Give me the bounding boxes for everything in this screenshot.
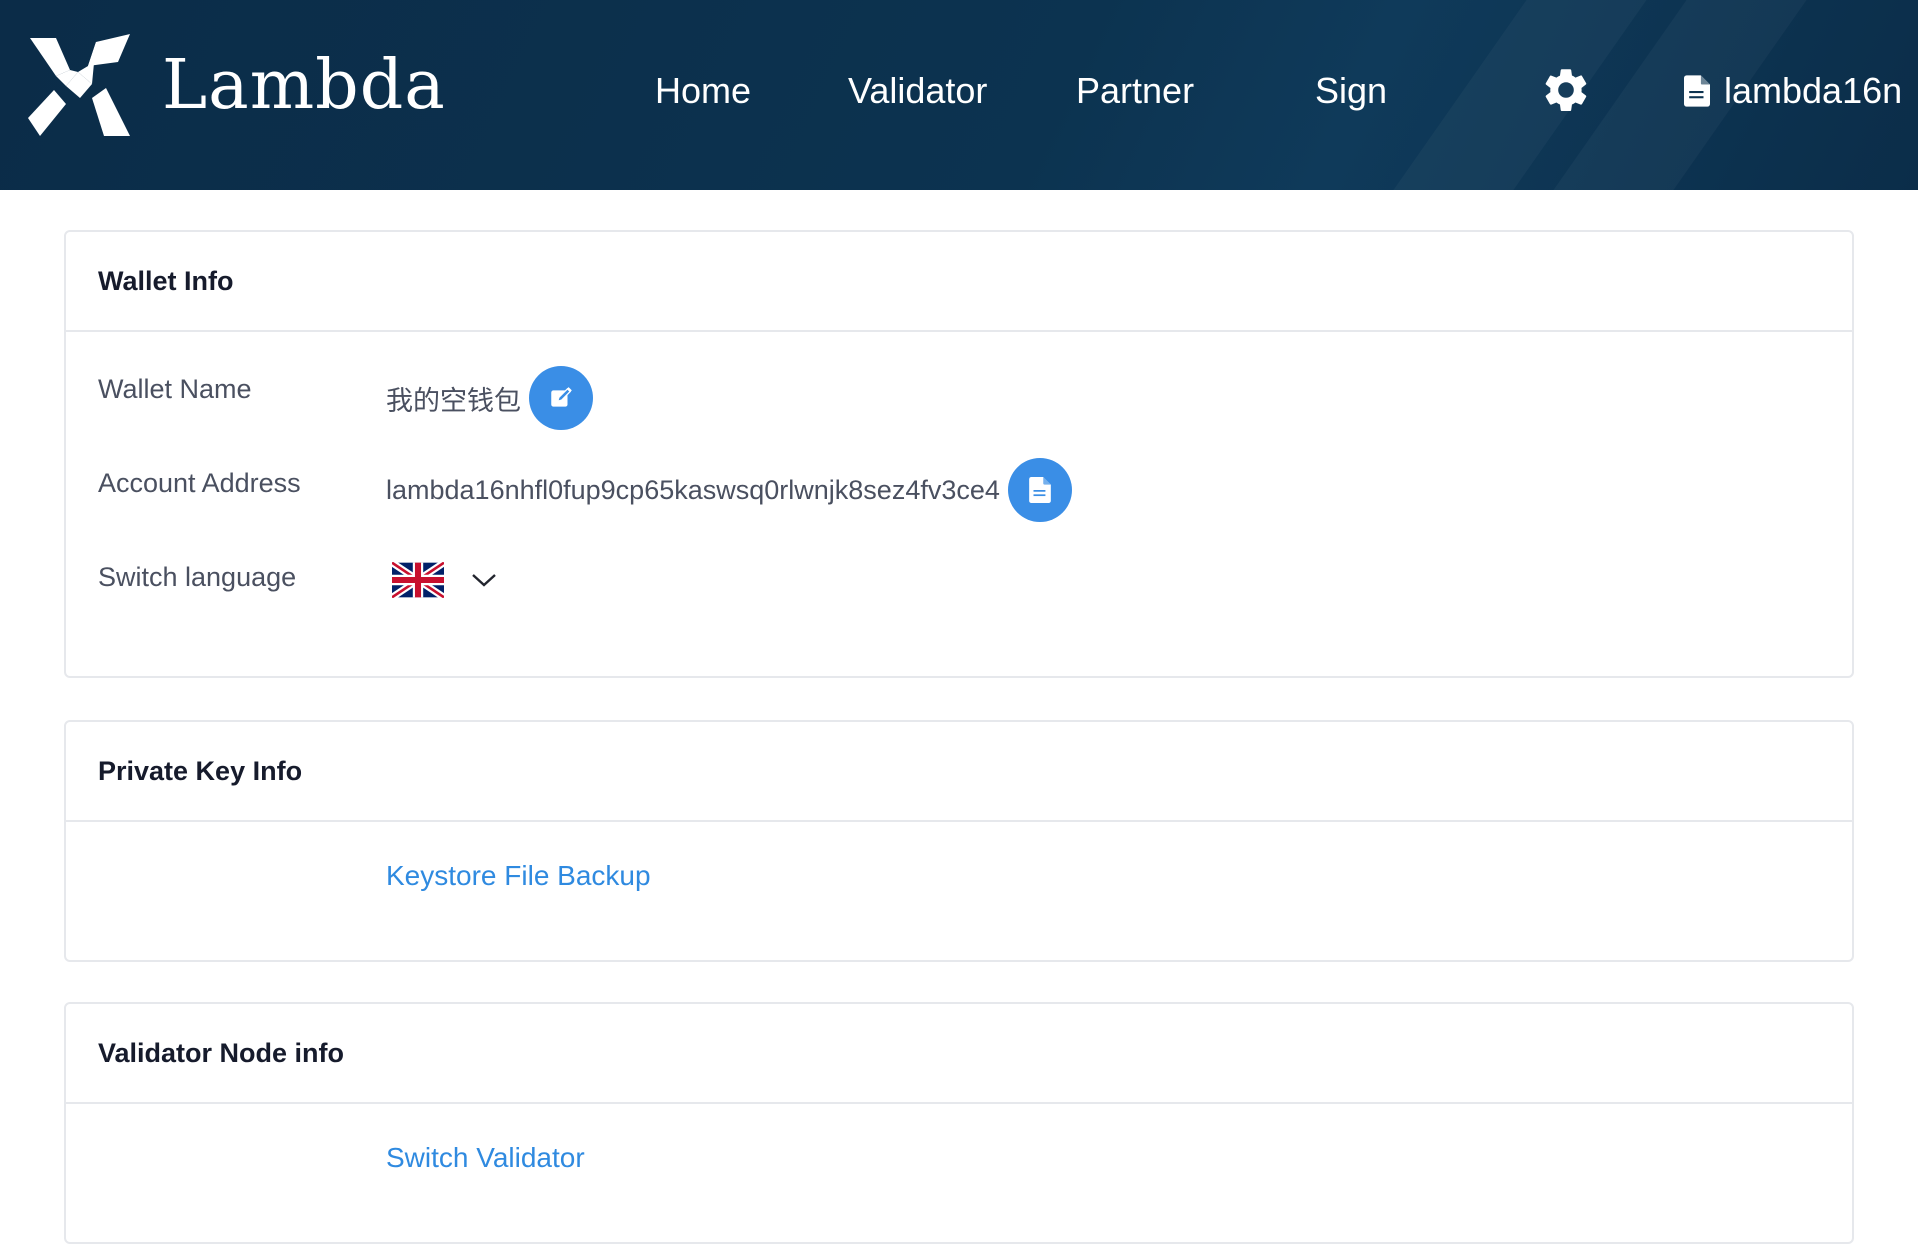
gear-icon[interactable] (1540, 64, 1592, 116)
nav-partner[interactable]: Partner (1076, 70, 1194, 112)
nav-home[interactable]: Home (655, 70, 751, 112)
wallet-name-value-group: 我的空钱包 (386, 366, 593, 430)
validator-node-info-card: Validator Node info Switch Validator (64, 1002, 1854, 1244)
account-address-value-group: lambda16nhfl0fup9cp65kaswsq0rlwnjk8sez4f… (386, 458, 1072, 522)
private-key-info-card: Private Key Info Keystore File Backup (64, 720, 1854, 962)
wallet-info-title: Wallet Info (66, 232, 1852, 332)
nav-validator[interactable]: Validator (848, 70, 987, 112)
account-chip[interactable]: lambda16n (1684, 70, 1902, 112)
copy-icon (1029, 477, 1051, 503)
edit-icon (551, 387, 572, 407)
uk-flag-icon (392, 562, 444, 598)
keystore-backup-link[interactable]: Keystore File Backup (386, 860, 651, 892)
document-icon (1684, 75, 1710, 107)
language-select[interactable] (392, 562, 498, 598)
switch-language-label: Switch language (98, 562, 297, 592)
private-key-info-title: Private Key Info (66, 722, 1852, 822)
nav-sign[interactable]: Sign (1315, 70, 1387, 112)
top-navbar: Lambda Home Validator Partner Sign lambd… (0, 0, 1918, 190)
account-label: lambda16n (1724, 70, 1903, 111)
brand-name: Lambda (162, 45, 446, 125)
wallet-name-label: Wallet Name (98, 374, 252, 404)
lambda-logo-icon (28, 34, 130, 136)
brand-logo[interactable]: Lambda (26, 30, 446, 140)
edit-wallet-name-button[interactable] (529, 366, 593, 430)
account-address-label: Account Address (98, 468, 301, 498)
chevron-down-icon (472, 574, 496, 587)
wallet-name-value: 我的空钱包 (386, 385, 521, 417)
copy-address-button[interactable] (1007, 458, 1072, 522)
wallet-info-card: Wallet Info Wallet Name 我的空钱包 Account Ad… (64, 230, 1854, 678)
switch-validator-link[interactable]: Switch Validator (386, 1142, 585, 1174)
account-address-value: lambda16nhfl0fup9cp65kaswsq0rlwnjk8sez4f… (386, 474, 1000, 505)
validator-node-info-title: Validator Node info (66, 1004, 1852, 1104)
